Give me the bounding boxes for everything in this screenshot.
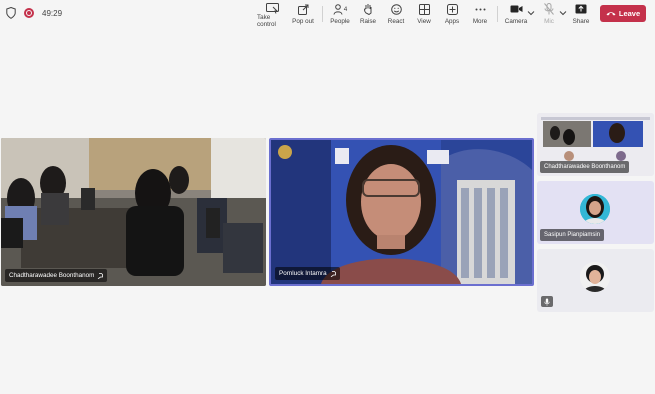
side-tile-sasipun[interactable]: Sasipun Pianpiamsin — [537, 181, 654, 244]
phone-hangup-icon — [606, 12, 616, 16]
side-tile-participant[interactable] — [537, 249, 654, 312]
more-button[interactable]: More — [472, 3, 488, 25]
raise-hand-button[interactable]: Raise — [360, 3, 376, 25]
pop-out-label: Pop out — [292, 18, 314, 25]
recording-icon — [24, 8, 34, 18]
pop-out-button[interactable]: Pop out — [292, 3, 314, 25]
participant-name: Sasipun Pianpiamsin — [544, 232, 601, 238]
camera-options-chevron-icon[interactable] — [527, 10, 535, 16]
apps-label: Apps — [444, 18, 460, 25]
avatar-photo — [580, 194, 610, 224]
apps-button[interactable]: Apps — [444, 3, 460, 25]
more-icon — [475, 8, 485, 10]
toolbar-divider — [497, 6, 498, 22]
camera-button[interactable]: Camera — [505, 3, 527, 25]
view-label: View — [417, 18, 431, 25]
people-count: 4 — [343, 5, 348, 13]
muted-badge — [541, 296, 553, 307]
participant-name: Chadtharawadee Boonthanom — [544, 164, 626, 170]
more-label: More — [472, 18, 488, 25]
mic-button[interactable]: Mic — [542, 3, 556, 25]
share-label: Share — [572, 18, 590, 25]
people-button[interactable]: 4 People — [330, 3, 350, 25]
take-control-icon — [265, 3, 279, 14]
video-tile-chadtharawadee[interactable]: Chadtharawadee Boonthanom — [1, 138, 266, 286]
toolbar-divider — [322, 6, 323, 22]
participant-name-tag: Sasipun Pianpiamsin — [540, 229, 605, 241]
view-icon — [418, 3, 430, 15]
raise-label: Raise — [359, 18, 377, 25]
mic-muted-icon — [544, 3, 554, 15]
take-control-label: Take control — [257, 14, 276, 28]
mic-label: Mic — [544, 18, 554, 25]
avatar-photo — [580, 262, 610, 292]
shield-icon — [6, 7, 16, 19]
share-button[interactable]: Share — [573, 3, 589, 25]
participant-name-tag: Pornluck Intamra — [275, 267, 340, 280]
participant-video-speaker — [271, 140, 532, 284]
apps-icon — [446, 3, 458, 15]
react-icon — [390, 3, 402, 15]
participant-name-tag: Chadtharawadee Boonthanom — [5, 269, 108, 282]
camera-label: Camera — [504, 18, 528, 25]
mic-icon — [544, 298, 550, 306]
raise-hand-icon — [364, 4, 372, 15]
participant-name: Pornluck Intamra — [279, 270, 327, 277]
avatar — [580, 194, 610, 224]
people-label: People — [330, 18, 350, 25]
leave-button[interactable]: Leave — [600, 5, 646, 22]
video-tile-pornluck[interactable]: Pornluck Intamra — [269, 138, 534, 286]
leave-label: Leave — [618, 9, 641, 18]
people-icon — [333, 3, 343, 15]
avatar — [580, 262, 610, 292]
pop-out-icon — [297, 4, 308, 15]
take-control-button[interactable]: Take control — [257, 3, 287, 28]
pin-icon — [330, 270, 336, 277]
participant-video-office — [1, 138, 266, 286]
meeting-status: 49:29 — [6, 7, 62, 19]
view-button[interactable]: View — [416, 3, 432, 25]
react-button[interactable]: React — [388, 3, 404, 25]
share-icon — [575, 4, 587, 14]
side-tile-shared-screen[interactable]: Chadtharawadee Boonthanom — [537, 113, 654, 176]
camera-icon — [510, 5, 522, 13]
mic-options-chevron-icon[interactable] — [559, 10, 567, 16]
participant-name-tag: Chadtharawadee Boonthanom — [540, 161, 630, 173]
meeting-toolbar: 49:29 Take control Pop out 4 People Rais… — [0, 0, 655, 28]
meeting-timer: 49:29 — [42, 8, 63, 18]
react-label: React — [387, 18, 405, 25]
pin-icon — [98, 272, 104, 279]
participant-name: Chadtharawadee Boonthanom — [9, 272, 95, 279]
